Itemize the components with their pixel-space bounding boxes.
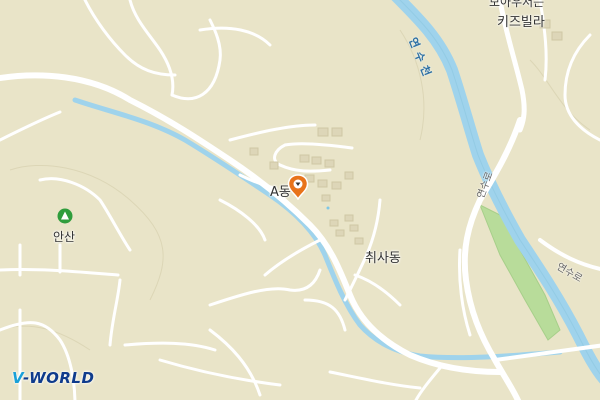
map-pin-icon[interactable] — [287, 174, 309, 201]
label-kids-villa: 키즈빌라 — [497, 15, 545, 30]
label-ansan: 안산 — [53, 230, 76, 244]
label-kids-villa-prefix: 모아우저는 — [489, 0, 545, 9]
map-canvas[interactable]: 안산 연수천 모아우저는 키즈빌라 A동 취사동 연수로 연수로 V-WORLD — [0, 0, 600, 400]
label-chwisadong: 취사동 — [365, 251, 401, 266]
vworld-logo: V-WORLD — [12, 369, 95, 387]
mountain-icon[interactable] — [57, 208, 73, 224]
